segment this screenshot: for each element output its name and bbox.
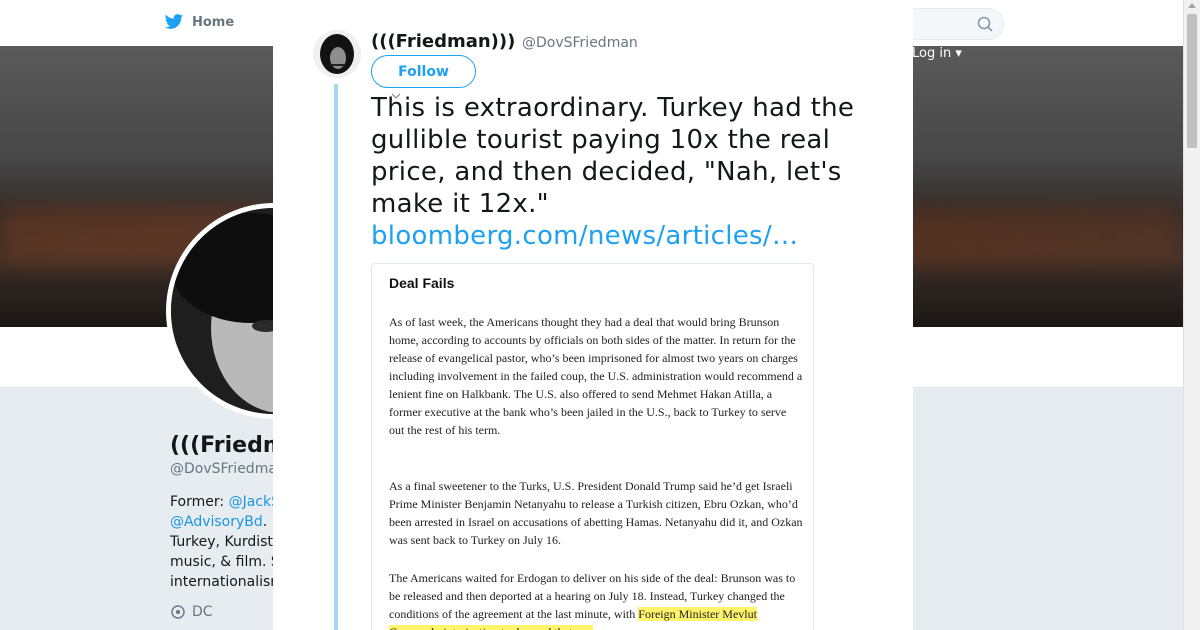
media-paragraph: The Americans waited for Erdogan to deli… [389,569,804,630]
author-handle[interactable]: @DovSFriedman [522,35,638,51]
follow-button[interactable]: Follow [371,55,476,88]
search-icon[interactable] [977,16,993,32]
nav-home-link[interactable]: Home [164,12,234,32]
profile-location: DC [170,604,213,620]
twitter-bird-icon [164,14,184,29]
author-name[interactable]: (((Friedman))) [371,31,515,52]
location-pin-icon [171,605,185,619]
page-scrollbar[interactable] [1183,0,1200,630]
tweet-text: This is extraordinary. Turkey had the gu… [371,92,871,252]
thread-line [334,84,338,630]
profile-handle: @DovSFriedma [170,461,277,477]
tweet-link[interactable]: bloomberg.com/news/articles/… [371,220,871,252]
tweet-media-image[interactable]: Deal Fails As of last week, the American… [371,263,814,630]
media-paragraph: As a final sweetener to the Turks, U.S. … [389,479,803,547]
bio-link[interactable]: @AdvisoryBd [170,514,263,530]
profile-name: (((Friedm [170,433,286,458]
media-heading: Deal Fails [389,275,455,291]
close-icon[interactable] [1152,10,1180,38]
nav-home-label: Home [192,14,235,30]
author-avatar[interactable] [313,30,361,78]
scroll-up-arrow-icon[interactable] [1188,3,1196,8]
login-link[interactable]: Log in ▾ [912,46,962,61]
tweet-modal: (((Friedman))) @DovSFriedman Follow This… [273,0,913,630]
author-avatar-photo [313,30,361,78]
scrollbar-thumb[interactable] [1187,14,1197,148]
profile-bio: Former: @JackS @AdvisoryBd. ( Turkey, Ku… [170,494,284,590]
media-paragraph: As of last week, the Americans thought t… [389,315,803,437]
